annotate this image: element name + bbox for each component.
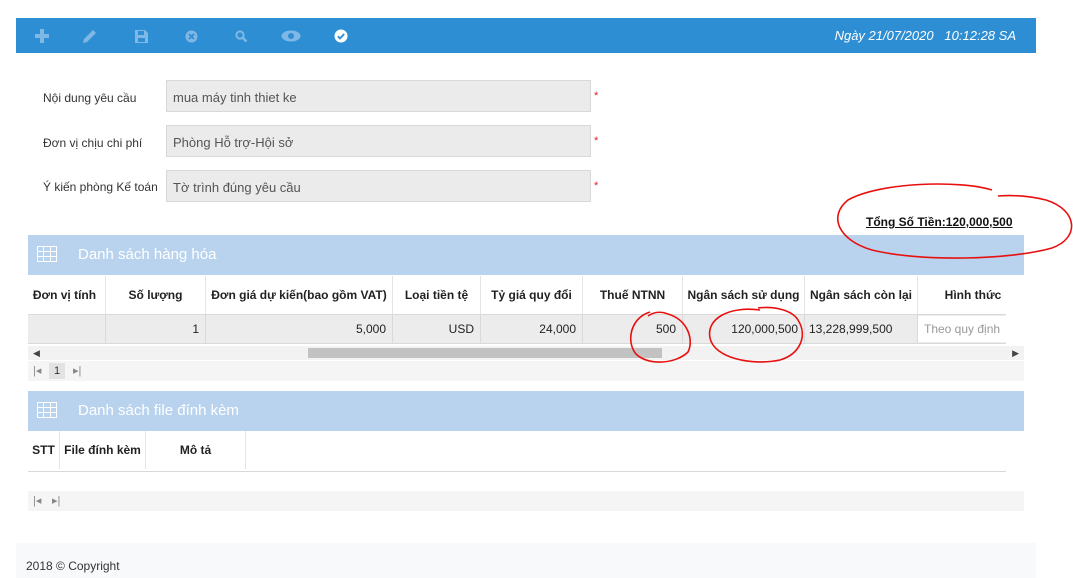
total-amount: Tổng Số Tiền:120,000,500 — [866, 215, 1013, 229]
table-icon — [37, 246, 57, 267]
form-type-input[interactable]: Theo quy định — [918, 316, 1006, 342]
budget-left-cell[interactable]: 13,228,999,500 — [805, 315, 918, 343]
edit-icon[interactable] — [80, 26, 100, 46]
request-content-label: Nội dung yêu cầu — [43, 91, 137, 105]
currency-cell[interactable]: USD — [393, 315, 481, 343]
column-header[interactable]: STT — [28, 431, 60, 469]
accounting-opinion-label: Ý kiến phòng Kế toán — [43, 180, 158, 194]
cost-unit-input[interactable]: Phòng Hỗ trợ-Hội sở — [166, 125, 591, 157]
last-page-icon[interactable]: ▸| — [73, 364, 81, 377]
quantity-cell[interactable]: 1 — [106, 315, 206, 343]
unit-cell[interactable] — [28, 315, 106, 343]
scroll-right-icon[interactable]: ▶ — [1012, 346, 1019, 360]
view-icon[interactable] — [281, 26, 301, 46]
page-number[interactable]: 1 — [49, 363, 65, 379]
request-content-input[interactable]: mua máy tinh thiet ke — [166, 80, 591, 112]
required-marker: * — [594, 90, 599, 102]
first-page-icon[interactable]: |◂ — [33, 494, 41, 507]
cancel-icon[interactable] — [181, 26, 201, 46]
files-section-header: Danh sách file đính kèm — [28, 391, 1024, 431]
first-page-icon[interactable]: |◂ — [33, 364, 41, 377]
column-header[interactable]: File đính kèm — [60, 431, 146, 469]
cost-unit-label: Đơn vị chịu chi phí — [43, 136, 143, 150]
column-header[interactable]: Hình thức — [918, 276, 1006, 314]
goods-section-header: Danh sách hàng hóa — [28, 235, 1024, 275]
table-icon — [37, 402, 57, 423]
scrollbar-thumb[interactable] — [308, 348, 662, 358]
budget-used-cell[interactable]: 120,000,500 — [683, 315, 805, 343]
column-header[interactable]: Tỷ giá quy đổi — [481, 276, 583, 314]
column-header[interactable]: Loại tiền tệ — [393, 276, 481, 314]
column-header[interactable]: Đơn vị tính — [28, 276, 106, 314]
column-header[interactable]: Mô tả — [146, 431, 246, 469]
column-header[interactable]: Ngân sách còn lại — [805, 276, 918, 314]
last-page-icon[interactable]: ▸| — [52, 494, 60, 507]
column-header[interactable]: Đơn giá dự kiến(bao gồm VAT) — [206, 276, 393, 314]
copyright-text: 2018 © Copyright — [26, 559, 120, 573]
files-table: STT File đính kèm Mô tả — [28, 431, 1006, 472]
save-icon[interactable] — [131, 26, 151, 46]
goods-section-title: Danh sách hàng hóa — [78, 246, 217, 263]
exchange-rate-cell[interactable]: 24,000 — [481, 315, 583, 343]
horizontal-scrollbar[interactable]: ◀ ▶ — [28, 346, 1024, 360]
files-section-title: Danh sách file đính kèm — [78, 402, 239, 419]
files-pager: |◂ ▸| — [28, 491, 1024, 511]
required-marker: * — [594, 180, 599, 192]
tax-cell[interactable]: 500 — [583, 315, 683, 343]
goods-table: Đơn vị tính Số lượng Đơn giá dự kiến(bao… — [28, 276, 1006, 346]
datetime-display: Ngày 21/07/2020 10:12:28 SA — [834, 28, 1016, 43]
scroll-left-icon[interactable]: ◀ — [33, 346, 40, 360]
column-header[interactable]: Ngân sách sử dụng — [683, 276, 805, 314]
required-marker: * — [594, 135, 599, 147]
price-cell[interactable]: 5,000 — [206, 315, 393, 343]
accounting-opinion-input[interactable]: Tờ trình đúng yêu cầu — [166, 170, 591, 202]
goods-pager: |◂ 1 ▸| — [28, 361, 1024, 381]
add-icon[interactable] — [32, 26, 52, 46]
column-header[interactable]: Thuế NTNN — [583, 276, 683, 314]
column-header[interactable]: Số lượng — [106, 276, 206, 314]
footer: 2018 © Copyright — [16, 543, 1036, 578]
toolbar: Ngày 21/07/2020 10:12:28 SA — [16, 18, 1036, 53]
approve-icon[interactable] — [331, 26, 351, 46]
search-icon[interactable] — [231, 26, 251, 46]
